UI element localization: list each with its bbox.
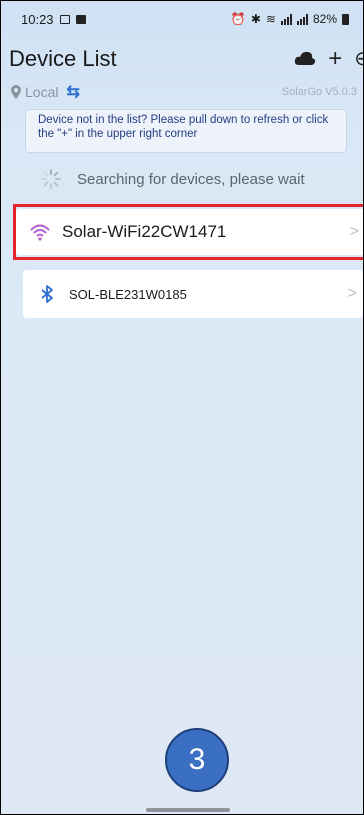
location-pin-icon [11,85,21,99]
searching-status: Searching for devices, please wait [41,167,305,191]
wifi-status-icon: ≋ [265,12,276,26]
bluetooth-icon [41,285,53,303]
app-version: SolarGo V5.0.3 [281,86,357,98]
signal-4g-icon [296,13,308,25]
header: Device List + ⊖ [1,41,363,77]
chevron-right-icon: > [347,285,357,302]
battery-icon [342,13,349,25]
app-frame: 10:23 ⏰ ✱ ≋ 82% Device List + ⊖ Local ⇆ [0,0,364,815]
cloud-icon[interactable] [294,47,316,71]
settings-icon[interactable]: ⊖ [354,49,363,69]
gallery-notification-icon [59,14,70,24]
location-label: Local [25,84,59,100]
status-bar: 10:23 ⏰ ✱ ≋ 82% [1,1,363,37]
battery-percent: 82% [312,12,337,26]
chevron-right-icon: > [349,223,359,240]
add-device-button[interactable]: + [328,47,342,71]
switch-icon[interactable]: ⇆ [66,82,79,102]
home-indicator[interactable] [146,808,230,812]
wifi-icon [30,224,50,241]
location-row: Local ⇆ SolarGo V5.0.3 [1,81,363,103]
status-time: 10:23 [21,11,54,27]
device-name: Solar-WiFi22CW1471 [62,222,227,241]
refresh-notice: Device not in the list? Please pull down… [25,109,347,153]
alarm-icon: ⏰ [230,12,246,26]
device-item-wifi[interactable]: Solar-WiFi22CW1471 > [16,209,363,255]
loading-spinner-icon [41,169,61,189]
device-item-bluetooth[interactable]: SOL-BLE231W0185 > [23,270,363,318]
signal-icon [280,13,292,25]
step-number-badge: 3 [165,728,229,792]
bluetooth-status-icon: ✱ [250,12,261,26]
message-notification-icon [75,14,86,24]
device-name: SOL-BLE231W0185 [69,286,187,302]
searching-text: Searching for devices, please wait [77,170,305,188]
page-title: Device List [9,46,117,71]
